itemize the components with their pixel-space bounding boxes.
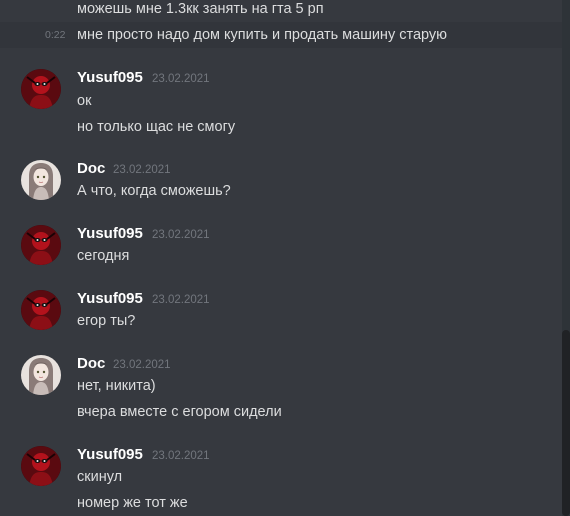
username[interactable]: Yusuf095 — [77, 69, 143, 87]
message-text: сегодня — [77, 248, 130, 264]
username[interactable]: Yusuf095 — [77, 290, 143, 308]
message-text: но только щас не смогу — [77, 119, 236, 135]
message-date: 23.02.2021 — [152, 294, 210, 306]
message-text: А что, когда сможешь? — [77, 183, 231, 199]
message-date: 23.02.2021 — [152, 450, 210, 462]
deadpool-avatar-icon[interactable] — [21, 69, 61, 109]
scrollbar-track[interactable] — [562, 0, 570, 516]
deadpool-avatar-icon[interactable] — [21, 290, 61, 330]
scrollbar-thumb[interactable] — [562, 330, 570, 516]
anime-girl-avatar-icon[interactable] — [21, 160, 61, 200]
chat-messages: можешь мне 1.3кк занять на гта 5 рп 0:22… — [0, 0, 562, 516]
username[interactable]: Yusuf095 — [77, 225, 143, 243]
username[interactable]: Yusuf095 — [77, 446, 143, 464]
message-text: егор ты? — [77, 313, 136, 329]
message-hover-time: 0:22 — [45, 29, 66, 41]
message-text: ок — [77, 93, 92, 109]
message-text: скинул — [77, 469, 123, 485]
deadpool-avatar-icon[interactable] — [21, 446, 61, 486]
message-date: 23.02.2021 — [113, 359, 171, 371]
deadpool-avatar-icon[interactable] — [21, 225, 61, 265]
username[interactable]: Doc — [77, 355, 105, 373]
anime-girl-avatar-icon[interactable] — [21, 355, 61, 395]
message-text: вчера вместе с егором сидели — [77, 404, 282, 420]
message-date: 23.02.2021 — [152, 73, 210, 85]
message-text: можешь мне 1.3кк занять на гта 5 рп — [77, 1, 324, 17]
message-text: нет, никита) — [77, 378, 156, 394]
username[interactable]: Doc — [77, 160, 105, 178]
message-date: 23.02.2021 — [152, 229, 210, 241]
message-text: мне просто надо дом купить и продать маш… — [77, 27, 448, 43]
message-date: 23.02.2021 — [113, 164, 171, 176]
message-text: номер же тот же — [77, 495, 188, 511]
